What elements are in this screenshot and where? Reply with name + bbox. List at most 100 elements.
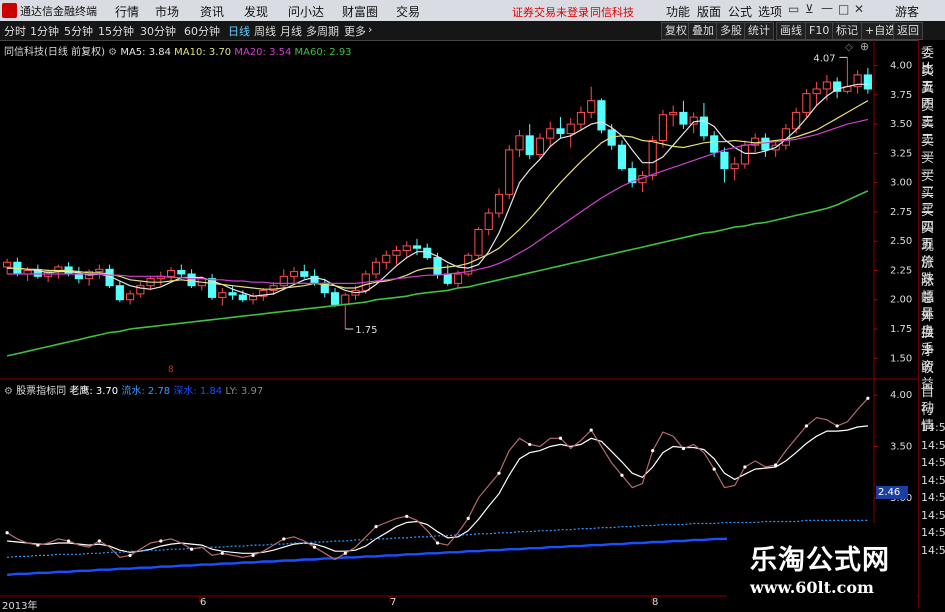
app-logo-icon [2, 3, 17, 18]
indicator-dot [159, 539, 163, 543]
candle-body [617, 144, 627, 170]
candle-body [95, 268, 104, 273]
stock-notice[interactable]: 同信科技 [590, 4, 634, 20]
menu-item-trade[interactable]: 交易 [396, 3, 420, 20]
month-marker: 8 [168, 365, 174, 375]
candle-body [126, 293, 135, 301]
indicator-dot [589, 428, 593, 432]
tick-time[interactable]: 14:50 [921, 438, 945, 454]
tick-time[interactable]: 14:50 [921, 525, 945, 541]
menu-item-assistant[interactable]: 问小达 [288, 3, 324, 20]
candle-body [300, 271, 309, 277]
period-tab-30min[interactable]: 30分钟 [140, 23, 176, 39]
menu-item-functions[interactable]: 功能 [666, 3, 690, 20]
indicator-dot [312, 545, 317, 549]
date-label-year: 2013年 [2, 601, 38, 612]
tick-time[interactable]: 14:50 [921, 490, 945, 506]
candle-body [658, 114, 668, 142]
candle-body [3, 261, 12, 268]
candle-body [535, 137, 545, 156]
candle-body [576, 111, 586, 125]
candle-body [433, 257, 442, 275]
chevron-right-icon[interactable]: › [368, 23, 372, 36]
period-tab-5min[interactable]: 5分钟 [64, 23, 93, 39]
overlay-button[interactable]: 叠加 [688, 22, 718, 40]
indicator-dot [774, 463, 778, 467]
period-tab-weekly[interactable]: 周线 [254, 23, 276, 39]
indicator-dot [282, 537, 286, 541]
indicator-dot [36, 543, 40, 547]
minimize-icon[interactable]: ▭ [788, 2, 799, 16]
period-tab-daily[interactable]: 日线 [228, 23, 250, 39]
menu-item-market[interactable]: 行情 [115, 3, 139, 20]
period-tab-1min[interactable]: 1分钟 [30, 23, 59, 39]
indicator-dot [220, 551, 224, 555]
menu-item-formula[interactable]: 公式 [728, 3, 752, 20]
candle-body [515, 135, 524, 151]
y-tick-label: 2.50 [890, 236, 912, 247]
tick-time[interactable]: 14:50 [921, 543, 945, 559]
indicator-dot [343, 551, 347, 555]
multi-stock-button[interactable]: 多股 [716, 22, 746, 40]
menu-down-icon[interactable]: ⊻ [805, 2, 814, 16]
candle-body [330, 292, 340, 305]
candle-body [166, 269, 176, 277]
window-max-icon[interactable]: □ [838, 2, 849, 16]
indicator-dot [835, 424, 839, 428]
f10-button[interactable]: F10 [805, 22, 834, 40]
candle-body [648, 140, 657, 177]
period-tab-timeshare[interactable]: 分时 [4, 23, 26, 39]
window-min-icon[interactable]: — [821, 1, 833, 15]
indicator-dot [804, 424, 808, 428]
statistics-button[interactable]: 统计 [744, 22, 774, 40]
candle-body [699, 116, 709, 137]
tick-time[interactable]: 14:50 [921, 473, 945, 489]
candle-body [341, 294, 350, 305]
y-tick-label: 3.75 [890, 90, 912, 101]
candle-body [443, 273, 452, 284]
watermark-title: 乐淘公式网 [750, 545, 890, 576]
candle-body [720, 151, 729, 170]
quote-side-panel: 委比 卖五 卖四 卖三 卖二 卖一 买一 买二 买三 买四 买五 现价 涨跌 涨幅 总量 外盘 换手 净资 收益 自动… [918, 40, 945, 609]
candle-body [494, 193, 504, 214]
candle-body [833, 81, 842, 92]
menu-item-options[interactable]: 选项 [758, 3, 782, 20]
close-icon[interactable]: ✕ [854, 2, 864, 16]
period-tab-60min[interactable]: 60分钟 [184, 23, 220, 39]
y-tick-label: 4.00 [890, 61, 912, 72]
tick-time[interactable]: 14:50 [921, 455, 945, 471]
y-tick-label: 2.00 [890, 295, 912, 306]
adjust-button[interactable]: 复权 [661, 22, 691, 40]
indicator-dot [405, 514, 409, 518]
menu-item-markets[interactable]: 市场 [155, 3, 179, 20]
candle-body [546, 128, 555, 139]
candle-body [802, 93, 811, 113]
menu-item-news[interactable]: 资讯 [200, 3, 224, 20]
menu-item-discover[interactable]: 发现 [244, 3, 268, 20]
draw-line-button[interactable]: 画线 [776, 22, 806, 40]
y-tick-label: 3.00 [890, 178, 912, 189]
period-tab-multi[interactable]: 多周期 [306, 23, 339, 39]
candle-body [218, 292, 227, 298]
indicator-dot [558, 436, 563, 440]
tick-time[interactable]: 14:50 [921, 508, 945, 524]
candle-body [863, 74, 872, 90]
period-tab-15min[interactable]: 15分钟 [98, 23, 134, 39]
indicator-dot [435, 541, 440, 545]
back-button[interactable]: 返回 [893, 22, 923, 40]
login-notice[interactable]: 证券交易未登录 [512, 4, 589, 20]
candle-body [669, 111, 678, 116]
tick-time[interactable]: 14:50 [921, 420, 945, 436]
mark-button[interactable]: 标记 [832, 22, 862, 40]
menu-item-layout[interactable]: 版面 [697, 3, 721, 20]
high-marker-label: 4.07 [813, 53, 835, 64]
y-tick-label: 3.50 [890, 119, 912, 130]
period-tab-monthly[interactable]: 月线 [280, 23, 302, 39]
candle-body [822, 81, 831, 90]
user-label[interactable]: 游客 [895, 3, 919, 20]
y-tick-label: 1.75 [890, 324, 912, 335]
menu-item-wealth[interactable]: 财富圈 [342, 3, 378, 20]
period-tab-more[interactable]: 更多 [344, 23, 366, 39]
candle-body [402, 245, 411, 252]
indicator-dot [528, 442, 532, 447]
